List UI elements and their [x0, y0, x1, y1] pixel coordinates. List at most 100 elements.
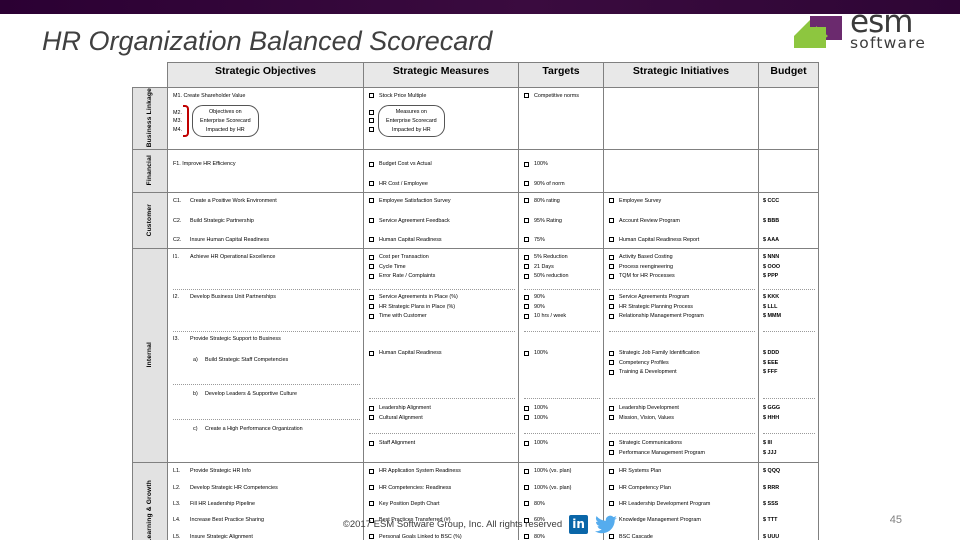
checkbox-icon[interactable] [369, 264, 374, 270]
checkbox-icon[interactable] [524, 161, 529, 167]
objective-block-i3c: c) Create a High Performance Organization [173, 425, 360, 433]
checkbox-icon[interactable] [524, 304, 529, 310]
row-separator [609, 289, 755, 291]
checkbox-icon[interactable] [609, 217, 614, 223]
checkbox-icon[interactable] [609, 405, 614, 411]
checkbox-icon[interactable] [369, 93, 374, 99]
checkbox-icon[interactable] [369, 161, 374, 167]
objective-code: C2. [173, 236, 182, 243]
checkbox-icon[interactable] [609, 369, 614, 375]
checkbox-icon[interactable] [524, 534, 529, 540]
checkbox-icon[interactable] [369, 217, 374, 223]
checkbox-icon[interactable] [524, 405, 529, 411]
checkbox-icon[interactable] [524, 181, 529, 187]
table-header: Strategic Objectives Strategic Measures … [133, 62, 819, 88]
checkbox-icon[interactable] [369, 237, 374, 243]
checkbox-icon[interactable] [524, 350, 529, 356]
checkbox-icon[interactable] [369, 126, 374, 132]
checkbox-icon[interactable] [369, 440, 374, 446]
checkbox-icon[interactable] [369, 415, 374, 421]
checkbox-icon[interactable] [524, 217, 529, 223]
checkbox-icon[interactable] [369, 181, 374, 187]
checkbox-icon[interactable] [524, 484, 529, 490]
checkbox-icon[interactable] [524, 93, 529, 99]
row-separator [609, 331, 755, 333]
objectives-cell-customer: C1. Create a Positive Work Environment C2… [167, 192, 364, 250]
callout-line-2: Enterprise Scorecard [200, 118, 251, 124]
checkbox-icon[interactable] [369, 304, 374, 310]
measure-text: Key Position Depth Chart [379, 500, 440, 507]
initiative-text: Service Agreements Program [619, 294, 690, 301]
checkbox-icon[interactable] [369, 313, 374, 319]
checkbox-icon[interactable] [524, 468, 529, 474]
measures-block-i3a: Human Capital Readiness [369, 349, 515, 395]
checkbox-icon[interactable] [609, 294, 614, 300]
checkbox-icon[interactable] [609, 415, 614, 421]
objectives-callout-group: M2. M3. M4. Objectives on Enterprise Sco… [173, 105, 360, 138]
checkbox-icon[interactable] [609, 440, 614, 446]
targets-cell-business-linkage: Competitive norms [518, 86, 604, 151]
checkbox-icon[interactable] [524, 313, 529, 319]
objective-text: Develop Leaders & Supportive Culture [205, 391, 297, 398]
callout-line-3: Impacted by HR [391, 126, 431, 133]
checkbox-icon[interactable] [369, 198, 374, 204]
header-targets: Targets [518, 62, 604, 88]
checkbox-icon[interactable] [369, 484, 374, 490]
checkbox-icon[interactable] [609, 237, 614, 243]
objectives-callout-box: Objectives on Enterprise Scorecard Impac… [192, 105, 259, 138]
checkbox-icon[interactable] [609, 450, 614, 456]
checkbox-icon[interactable] [369, 273, 374, 279]
checkbox-icon[interactable] [369, 294, 374, 300]
initiative-text: Activity Based Costing [619, 254, 673, 261]
initiative-text: HR Leadership Development Program [619, 500, 711, 507]
row-separator [524, 289, 600, 291]
initiatives-block-i3b: Leadership Development Mission, Vision, … [609, 404, 755, 430]
checkbox-icon[interactable] [369, 501, 374, 507]
checkbox-icon[interactable] [524, 254, 529, 260]
budget-block-i2: $ KKK $ LLL $ MMM [763, 293, 815, 328]
checkbox-icon[interactable] [609, 273, 614, 279]
budget-cell-customer: $ CCC $ BBB $ AAA [758, 192, 819, 250]
checkbox-icon[interactable] [524, 198, 529, 204]
checkbox-icon[interactable] [369, 405, 374, 411]
checkbox-icon[interactable] [609, 304, 614, 310]
target-text: 90% [534, 294, 545, 301]
checkbox-icon[interactable] [369, 350, 374, 356]
checkbox-icon[interactable] [609, 350, 614, 356]
checkbox-icon[interactable] [369, 468, 374, 474]
checkbox-icon[interactable] [524, 294, 529, 300]
checkbox-icon[interactable] [524, 237, 529, 243]
checkbox-icon[interactable] [524, 415, 529, 421]
checkbox-icon[interactable] [609, 313, 614, 319]
checkbox-icon[interactable] [524, 440, 529, 446]
initiative-text: HR Systems Plan [619, 468, 662, 475]
m-code-4: M4. [173, 126, 182, 133]
measure-text: HR Competencies: Readiness [379, 484, 452, 491]
checkbox-icon[interactable] [524, 273, 529, 279]
checkbox-icon[interactable] [609, 534, 614, 540]
twitter-icon[interactable] [595, 515, 618, 534]
checkbox-icon[interactable] [609, 360, 614, 366]
esm-logo-text: esm software [850, 7, 926, 51]
budget-text: $ GGG [763, 405, 781, 412]
measures-cell-business-linkage: Stock Price Multiple Measures on Enterpr… [363, 86, 519, 151]
checkbox-icon[interactable] [609, 484, 614, 490]
checkbox-icon[interactable] [369, 118, 374, 124]
budget-text: $ EEE [763, 359, 779, 366]
checkbox-icon[interactable] [524, 501, 529, 507]
budget-text: $ KKK [763, 294, 780, 301]
perspective-label-financial: Financial [132, 149, 168, 194]
checkbox-icon[interactable] [369, 110, 374, 116]
checkbox-icon[interactable] [524, 264, 529, 270]
checkbox-icon[interactable] [369, 254, 374, 260]
checkbox-icon[interactable] [609, 254, 614, 260]
checkbox-icon[interactable] [609, 198, 614, 204]
checkbox-icon[interactable] [609, 264, 614, 270]
linkedin-icon[interactable]: in [569, 515, 589, 534]
target-text: 100% [534, 405, 548, 412]
targets-cell-financial: 100% 90% of norm [518, 149, 604, 194]
objective-block-i2: I2. Develop Business Unit Partnerships [173, 293, 360, 328]
checkbox-icon[interactable] [609, 501, 614, 507]
checkbox-icon[interactable] [369, 534, 374, 540]
checkbox-icon[interactable] [609, 468, 614, 474]
